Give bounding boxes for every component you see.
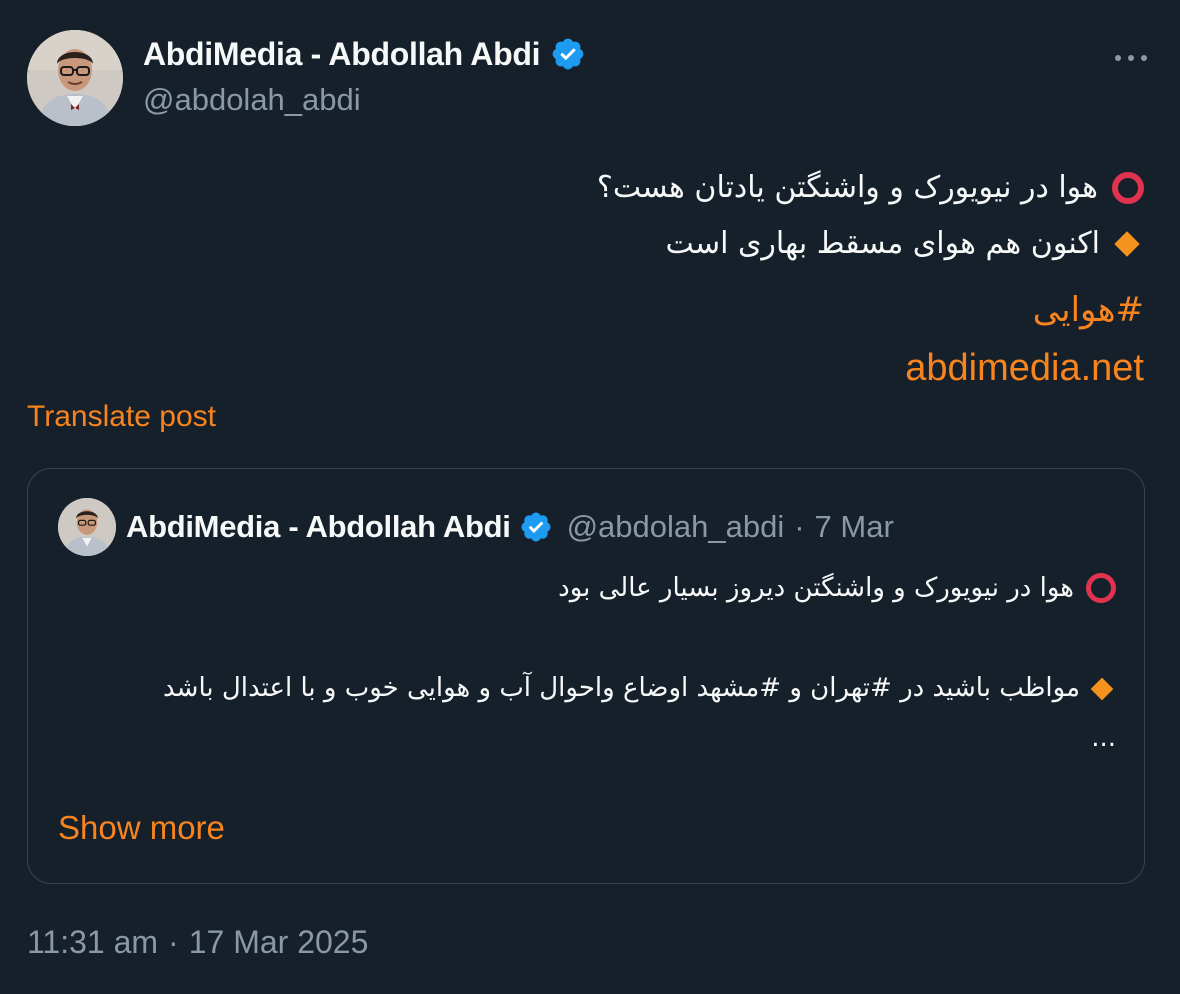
red-circle-emoji-icon <box>1112 172 1144 204</box>
hashtag-link[interactable]: #هوایی <box>44 282 1144 338</box>
quoted-line-1: هوا در نیویورک و واشنگتن دیروز بسیار عال… <box>76 563 1116 613</box>
quoted-line-2: مواظب باشید در #تهران و #مشهد اوضاع واحو… <box>76 663 1116 713</box>
author-handle[interactable]: @abdolah_abdi <box>143 82 586 118</box>
quoted-author-handle: @abdolah_abdi <box>566 509 785 544</box>
quoted-orange-diamond-emoji-icon <box>1090 677 1114 700</box>
quoted-ellipsis: ... <box>1091 723 1116 753</box>
post-line-2: اکنون هم هوای مسقط بهاری است <box>44 216 1144 272</box>
quoted-line-2-part3: اوضاع واحوال آب و هوایی خوب و با اعتدال … <box>163 673 697 703</box>
orange-diamond-emoji-icon <box>1114 231 1140 257</box>
post-time[interactable]: 11:31 am <box>27 924 158 961</box>
more-options-button[interactable] <box>1109 36 1153 80</box>
avatar-photo <box>27 30 123 126</box>
quoted-post-header: AbdiMedia - Abdollah Abdi @abdolah_abdi … <box>58 497 894 557</box>
hashtag-mashhad: #مشهد <box>696 673 782 703</box>
post-line-1: هوا در نیویورک و واشنگتن یادتان هست؟ <box>44 160 1144 216</box>
quoted-author-avatar <box>58 498 116 556</box>
author-avatar[interactable] <box>27 30 123 126</box>
quoted-red-circle-emoji-icon <box>1086 573 1116 603</box>
show-more-link[interactable]: Show more <box>58 809 225 847</box>
timestamp-separator: · <box>168 924 179 960</box>
quoted-line-1-text: هوا در نیویورک و واشنگتن دیروز بسیار عال… <box>558 573 1074 603</box>
quoted-verified-badge-icon <box>521 512 551 542</box>
post-date[interactable]: 17 Mar 2025 <box>189 924 369 961</box>
post-body: هوا در نیویورک و واشنگتن یادتان هست؟ اکن… <box>44 160 1144 398</box>
quoted-post-card[interactable]: AbdiMedia - Abdollah Abdi @abdolah_abdi … <box>27 468 1145 884</box>
post-line-1-text: هوا در نیویورک و واشنگتن یادتان هست؟ <box>596 170 1098 205</box>
quoted-post-date: 7 Mar <box>814 509 894 544</box>
more-dots-icon <box>1115 55 1147 61</box>
quoted-avatar-photo <box>58 498 116 556</box>
author-display-name[interactable]: AbdiMedia - Abdollah Abdi <box>143 36 541 73</box>
quoted-line-2-part1: مواظب باشید در <box>891 673 1080 703</box>
post-line-2-text: اکنون هم هوای مسقط بهاری است <box>665 226 1100 261</box>
hashtag-tehran: #تهران <box>810 673 892 703</box>
verified-badge-icon[interactable] <box>550 36 586 72</box>
post-header: AbdiMedia - Abdollah Abdi @abdolah_abdi <box>27 30 1153 130</box>
quoted-post-body: هوا در نیویورک و واشنگتن دیروز بسیار عال… <box>76 563 1116 763</box>
translate-post-button[interactable]: Translate post <box>27 400 216 434</box>
author-info: AbdiMedia - Abdollah Abdi @abdolah_abdi <box>143 34 586 118</box>
quoted-separator: · <box>794 509 805 544</box>
quoted-author-display-name: AbdiMedia - Abdollah Abdi <box>126 509 511 544</box>
post-timestamp: 11:31 am · 17 Mar 2025 <box>27 924 368 961</box>
quoted-line-2-part2: و <box>781 673 811 703</box>
website-link[interactable]: abdimedia.net <box>44 338 1144 398</box>
